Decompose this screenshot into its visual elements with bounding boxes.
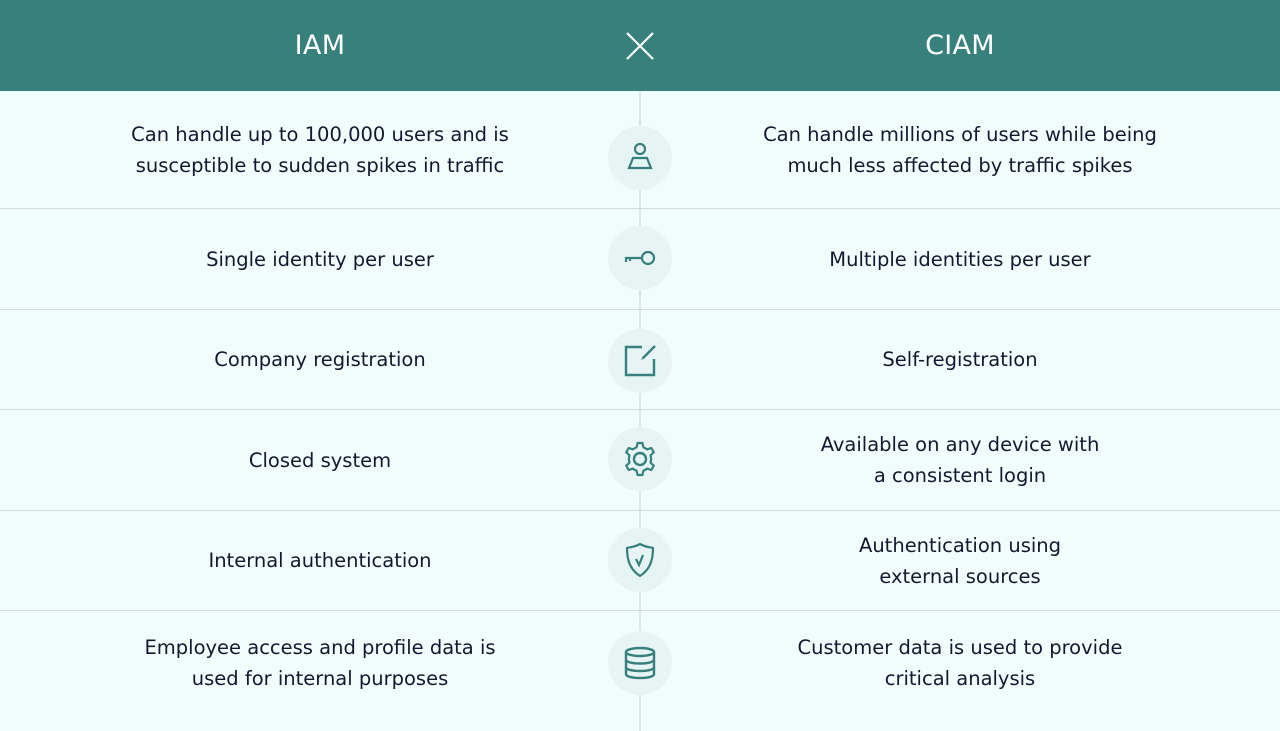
iam-cell: Internal authentication — [208, 549, 432, 572]
edit-icon — [624, 345, 656, 377]
ciam-cell: Available on any device with a consistent… — [820, 433, 1100, 487]
database-icon — [624, 646, 656, 680]
comparison-header: IAM CIAM — [0, 0, 1280, 91]
icon-badge — [608, 329, 672, 393]
ciam-column-title: CIAM — [925, 30, 995, 61]
ciam-cell: Multiple identities per user — [829, 247, 1091, 271]
iam-cell: Closed system — [248, 448, 392, 472]
iam-cell: Employee access and profile data is used … — [144, 636, 496, 690]
ciam-cell: Can handle millions of users while being… — [763, 122, 1157, 177]
comparison-row-registration: Company registration Self-registration — [0, 310, 1280, 410]
user-icon — [627, 142, 653, 170]
key-icon — [624, 250, 656, 266]
ciam-cell: Customer data is used to provide critical… — [797, 636, 1123, 690]
iam-column-title: IAM — [294, 30, 346, 61]
icon-badge — [608, 126, 672, 190]
iam-cell: Company registration — [214, 348, 426, 371]
shield-check-icon — [625, 542, 655, 578]
ciam-cell: Authentication using external sources — [858, 533, 1062, 588]
icon-badge — [608, 631, 672, 695]
iam-cell: Single identity per user — [206, 247, 434, 271]
comparison-row-data-usage: Employee access and profile data is used … — [0, 611, 1280, 731]
iam-cell: Can handle up to 100,000 users and is sus… — [131, 122, 509, 177]
icon-badge — [608, 528, 672, 592]
icon-badge — [608, 427, 672, 491]
comparison-row-identity: Single identity per user Multiple identi… — [0, 209, 1280, 310]
comparison-row-authentication: Internal authentication Authentication u… — [0, 511, 1280, 611]
comparison-row-system: Closed system Available on any device wi… — [0, 410, 1280, 511]
gear-icon — [625, 441, 655, 477]
comparison-row-capacity: Can handle up to 100,000 users and is sus… — [0, 91, 1280, 209]
icon-badge — [608, 226, 672, 290]
ciam-cell: Self-registration — [882, 348, 1038, 371]
